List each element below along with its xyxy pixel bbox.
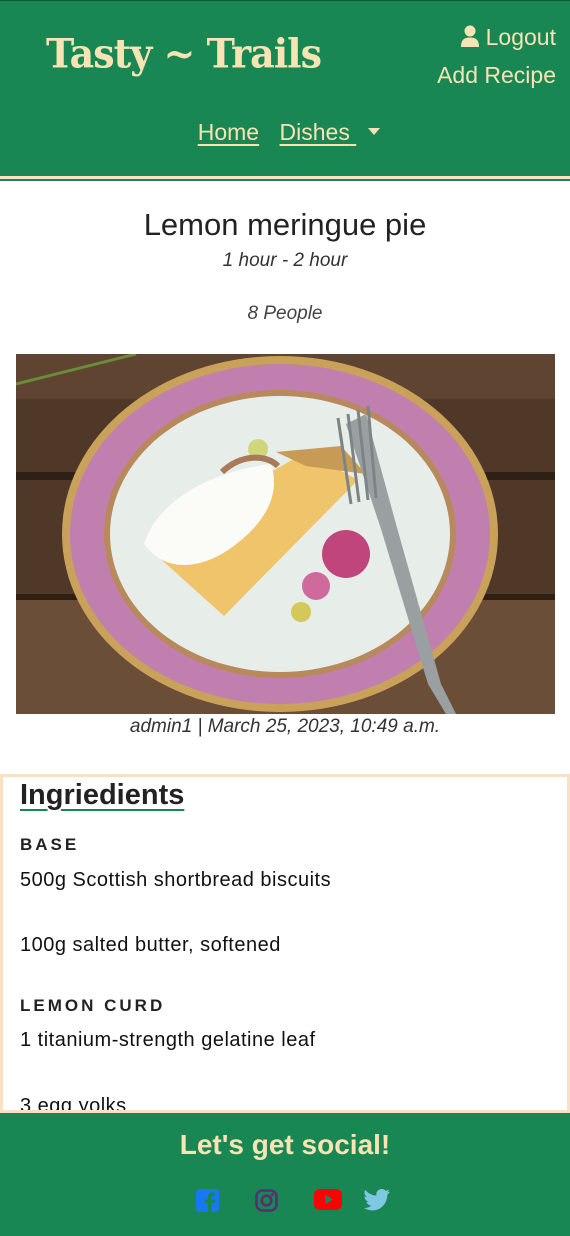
footer-title: Let's get social! bbox=[179, 1129, 391, 1160]
user-icon bbox=[460, 21, 480, 57]
youtube-icon[interactable] bbox=[314, 1189, 342, 1215]
add-recipe-link[interactable]: Add Recipe bbox=[437, 57, 556, 93]
recipe-image bbox=[16, 354, 555, 714]
author-timestamp: admin1 | March 25, 2023, 10:49 a.m. bbox=[129, 716, 441, 737]
nav-home-link[interactable]: Home bbox=[198, 119, 259, 145]
ingredient-item: 1 titanium-strength gelatine leaf bbox=[20, 1029, 316, 1051]
serves-count: 8 People bbox=[247, 303, 323, 324]
main-nav: Home Dishes bbox=[0, 119, 570, 146]
account-links: Logout Add Recipe bbox=[437, 19, 556, 93]
site-header: Tasty ~ Trails Logout Add Recipe Home Di… bbox=[0, 0, 570, 176]
nav-dishes-dropdown[interactable]: Dishes bbox=[280, 119, 357, 145]
ingredients-card: Ingriedients BASE 500g Scottish shortbre… bbox=[0, 774, 570, 1112]
chevron-down-icon[interactable] bbox=[368, 128, 381, 135]
logout-label: Logout bbox=[485, 24, 556, 50]
section-label-lemon-curd: LEMON CURD bbox=[20, 996, 166, 1015]
site-brand[interactable]: Tasty ~ Trails bbox=[46, 30, 322, 77]
section-label-base: BASE bbox=[20, 835, 80, 854]
facebook-icon[interactable] bbox=[196, 1189, 219, 1217]
header-divider-shadow bbox=[0, 179, 570, 181]
cook-time: 1 hour - 2 hour bbox=[222, 250, 348, 271]
ingredient-item: 100g salted butter, softened bbox=[20, 934, 281, 956]
logout-link[interactable]: Logout bbox=[437, 19, 556, 57]
ingredient-item: 500g Scottish shortbread biscuits bbox=[20, 869, 332, 891]
instagram-icon[interactable] bbox=[255, 1189, 278, 1217]
ingredients-heading: Ingriedients bbox=[20, 779, 185, 811]
site-footer: Let's get social! bbox=[0, 1110, 570, 1236]
twitter-icon[interactable] bbox=[364, 1189, 390, 1216]
recipe-title: Lemon meringue pie bbox=[143, 207, 427, 242]
nav-dishes-label: Dishes bbox=[279, 119, 350, 145]
